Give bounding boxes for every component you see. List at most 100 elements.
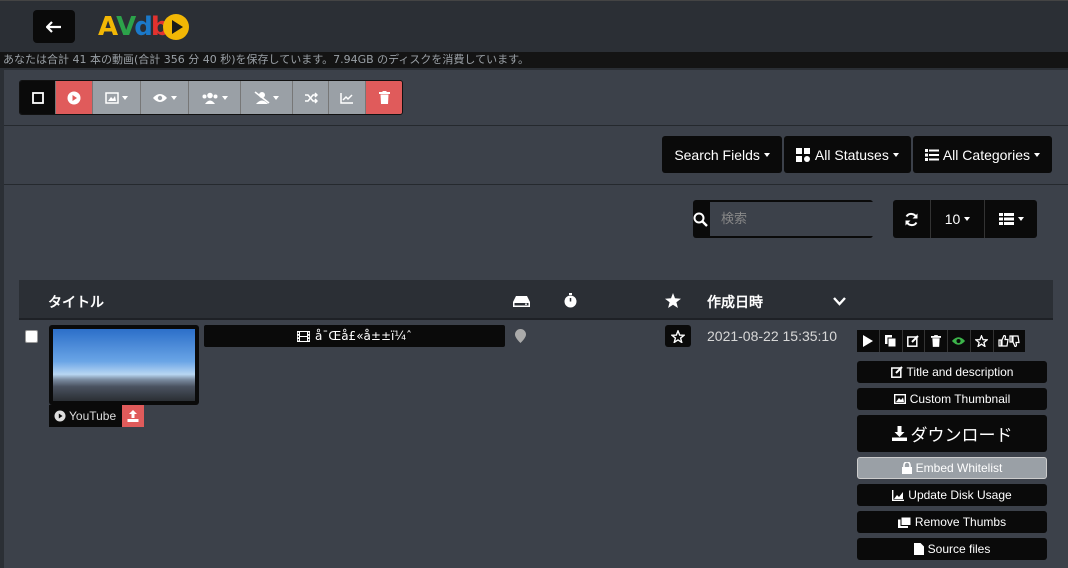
- bulk-toolbar: [19, 80, 403, 115]
- caret-down-icon: [273, 95, 279, 100]
- user-slash-icon: [254, 91, 270, 104]
- arrow-left-icon: [46, 20, 61, 33]
- visibility-action[interactable]: [948, 330, 971, 352]
- refresh-button[interactable]: [893, 200, 931, 238]
- download-icon: [891, 426, 907, 441]
- edit-action[interactable]: [902, 330, 926, 352]
- view-controls: 10: [893, 200, 1037, 238]
- delete-button[interactable]: [366, 81, 402, 114]
- video-thumbnail[interactable]: [49, 325, 199, 405]
- thumbnail-size-dropdown[interactable]: [93, 81, 141, 114]
- play-logo-icon: [162, 14, 189, 40]
- play-circle-icon: [67, 91, 81, 104]
- copy-action[interactable]: [879, 330, 903, 352]
- caret-down-icon: [1017, 217, 1024, 221]
- trash-icon: [378, 91, 390, 104]
- shuffle-button[interactable]: [293, 81, 329, 114]
- copy-icon: [885, 335, 897, 347]
- play-button[interactable]: [56, 81, 93, 114]
- refresh-icon: [905, 212, 918, 226]
- favorite-action[interactable]: [970, 330, 994, 352]
- users-icon: [202, 92, 218, 104]
- star-outline-icon: [671, 329, 685, 343]
- search-fields-dropdown[interactable]: Search Fields: [662, 136, 782, 173]
- caret-down-icon: [763, 152, 770, 157]
- custom-thumbnail-button[interactable]: Custom Thumbnail: [857, 388, 1047, 410]
- created-date: 2021-08-22 15:35:10: [707, 328, 837, 344]
- play-icon: [862, 335, 873, 347]
- chevron-down-icon: [833, 297, 846, 306]
- users-dropdown[interactable]: [189, 81, 241, 114]
- caret-down-icon: [1034, 152, 1040, 157]
- delete-action[interactable]: [925, 330, 948, 352]
- storage-info-text: あなたは合計 41 本の動画(合計 356 分 40 秒)を保存しています。7.…: [0, 52, 1068, 68]
- play-action[interactable]: [857, 330, 880, 352]
- caret-down-icon: [222, 95, 228, 100]
- duration-column-header[interactable]: [564, 293, 577, 311]
- download-button[interactable]: ダウンロード: [857, 415, 1047, 452]
- user-block-dropdown[interactable]: [241, 81, 293, 114]
- view-mode-dropdown[interactable]: [985, 200, 1037, 238]
- caret-down-icon: [964, 217, 971, 221]
- page-size-dropdown[interactable]: 10: [931, 200, 985, 238]
- back-button[interactable]: [33, 10, 75, 43]
- eye-icon: [952, 337, 966, 345]
- location-pin-icon: [515, 328, 526, 347]
- column-header-created[interactable]: 作成日時: [707, 292, 763, 312]
- top-bar: A V d b: [0, 0, 1068, 52]
- logo[interactable]: A V d b: [98, 11, 190, 43]
- main-panel: Search Fields All Statuses All Categorie…: [4, 70, 1068, 568]
- select-all-button[interactable]: [20, 81, 56, 114]
- thumbs-up-down-icon: [998, 335, 1020, 347]
- column-header-title[interactable]: タイトル: [48, 292, 104, 312]
- favorite-toggle[interactable]: [665, 325, 691, 347]
- title-description-button[interactable]: Title and description: [857, 361, 1047, 383]
- upload-button[interactable]: [122, 405, 145, 427]
- film-icon: [297, 330, 311, 342]
- caret-down-icon: [122, 95, 128, 100]
- edit-icon: [907, 335, 920, 347]
- source-badge: YouTube: [49, 405, 145, 427]
- action-icon-row: [857, 330, 1039, 352]
- video-title[interactable]: å¯Œå£«å±±ï¼ˆ: [204, 325, 505, 347]
- divider: [4, 125, 1068, 126]
- file-icon: [913, 543, 924, 555]
- status-grid-icon: [795, 147, 810, 162]
- statuses-dropdown[interactable]: All Statuses: [783, 136, 911, 173]
- youtube-link[interactable]: YouTube: [49, 405, 123, 427]
- row-checkbox[interactable]: [25, 330, 38, 343]
- list-view-icon: [998, 213, 1014, 225]
- edit-icon: [890, 366, 903, 378]
- search-input[interactable]: [710, 202, 891, 236]
- filter-group: Search Fields All Statuses All Categorie…: [662, 136, 1052, 173]
- images-icon: [897, 516, 911, 528]
- star-outline-icon: [975, 335, 989, 347]
- area-chart-icon: [892, 489, 905, 501]
- upload-icon: [127, 410, 139, 422]
- video-table: タイトル 作成日時 YouTube å¯Œå£«å±±ï¼ˆ 2021-08-2…: [19, 280, 1053, 568]
- sort-toggle[interactable]: [833, 293, 846, 309]
- checkbox-icon: [31, 91, 44, 104]
- source-files-button[interactable]: Source files: [857, 538, 1047, 560]
- line-chart-icon: [340, 92, 353, 104]
- image-icon: [893, 394, 906, 404]
- rating-action[interactable]: [993, 330, 1025, 352]
- hdd-icon: [513, 296, 530, 307]
- visibility-dropdown[interactable]: [141, 81, 189, 114]
- embed-whitelist-button[interactable]: Embed Whitelist: [857, 457, 1047, 479]
- chart-button[interactable]: [329, 81, 366, 114]
- star-icon: [665, 293, 681, 308]
- play-circle-icon: [54, 410, 66, 422]
- lock-icon: [901, 462, 912, 474]
- remove-thumbs-button[interactable]: Remove Thumbs: [857, 511, 1047, 533]
- favorite-column-header[interactable]: [665, 293, 681, 311]
- image-frame-icon: [105, 91, 119, 104]
- thumbnail-image: [53, 329, 195, 401]
- caret-down-icon: [171, 95, 177, 100]
- update-disk-usage-button[interactable]: Update Disk Usage: [857, 484, 1047, 506]
- search-button[interactable]: [693, 200, 708, 238]
- categories-dropdown[interactable]: All Categories: [912, 136, 1052, 173]
- shuffle-icon: [304, 91, 318, 104]
- storage-column-header[interactable]: [513, 294, 530, 310]
- divider: [4, 184, 1068, 185]
